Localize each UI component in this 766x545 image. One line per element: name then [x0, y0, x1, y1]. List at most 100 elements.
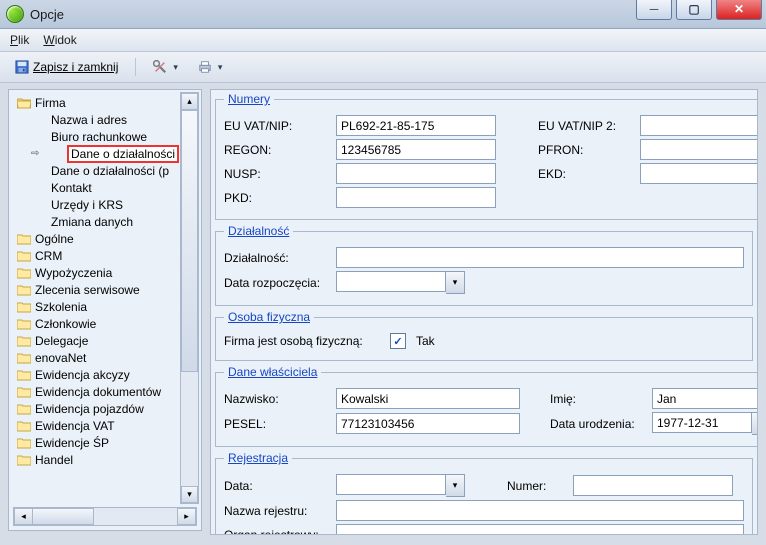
label-nazwisko: Nazwisko: — [224, 392, 330, 406]
input-nazwa-rejestru[interactable] — [336, 500, 744, 521]
tree-node-label: Ewidencja dokumentów — [35, 385, 161, 399]
tree-node-folder[interactable]: Szkolenia — [11, 298, 199, 315]
menu-file[interactable]: Plik — [10, 33, 29, 47]
tree-node[interactable]: Zmiana danych — [11, 213, 199, 230]
tree-node-folder[interactable]: Ogólne — [11, 230, 199, 247]
group-legend: Osoba fizyczna — [224, 310, 314, 324]
input-pkd[interactable] — [336, 187, 496, 208]
tree-node-label: Szkolenia — [35, 300, 87, 314]
input-regon[interactable] — [336, 139, 496, 160]
input-dzialalnosc[interactable] — [336, 247, 744, 268]
tree-node[interactable]: Urzędy i KRS — [11, 196, 199, 213]
menu-view[interactable]: Widok — [43, 33, 76, 47]
folder-icon — [17, 301, 31, 313]
label-data: Data: — [224, 479, 330, 493]
input-data-rejestracji[interactable] — [336, 474, 446, 495]
chevron-down-icon[interactable]: ▾ — [752, 412, 758, 435]
tree-node[interactable]: Dane o działalności (p — [11, 162, 199, 179]
tree-node-folder[interactable]: Ewidencja VAT — [11, 417, 199, 434]
window-buttons: ─ ▢ ✕ — [632, 0, 762, 20]
input-pfron[interactable] — [640, 139, 758, 160]
tree-node-selected[interactable]: Dane o działalności — [67, 145, 179, 163]
folder-icon — [17, 267, 31, 279]
label-organ-rejestrowy: Organ rejestrowy: — [224, 528, 330, 536]
input-organ-rejestrowy[interactable] — [336, 524, 744, 535]
label-pkd: PKD: — [224, 191, 330, 205]
print-button[interactable]: ▾ — [191, 58, 230, 76]
scroll-down-button[interactable]: ▾ — [181, 486, 198, 503]
label-imie: Imię: — [550, 392, 646, 406]
tree-node-folder[interactable]: Zlecenia serwisowe — [11, 281, 199, 298]
tree-node-folder[interactable]: Wypożyczenia — [11, 264, 199, 281]
combo-data-rejestracji[interactable]: ▾ — [336, 474, 465, 497]
printer-icon — [198, 60, 212, 74]
group-legend: Numery — [224, 92, 274, 106]
save-and-close-button[interactable]: Zapisz i zamknij — [8, 58, 125, 76]
tree-horizontal-scrollbar[interactable]: ◂ ▸ — [13, 507, 197, 526]
label-pesel: PESEL: — [224, 417, 330, 431]
folder-icon — [17, 437, 31, 449]
navigation-tree[interactable]: Firma Nazwa i adres Biuro rachunkowe ⇨ D… — [9, 90, 201, 510]
input-imie[interactable] — [652, 388, 758, 409]
scroll-thumb[interactable] — [32, 508, 94, 525]
label-regon: REGON: — [224, 143, 330, 157]
tree-node-folder[interactable]: CRM — [11, 247, 199, 264]
input-nazwisko[interactable] — [336, 388, 520, 409]
tree-node-label: Kontakt — [51, 181, 92, 195]
tree-node-folder[interactable]: Ewidencja akcyzy — [11, 366, 199, 383]
input-numer[interactable] — [573, 475, 733, 496]
tree-node[interactable]: Biuro rachunkowe — [11, 128, 199, 145]
checkbox-firma-osoba[interactable]: ✓ — [390, 333, 406, 349]
input-data-rozpoczecia[interactable] — [336, 271, 446, 292]
tree-node-folder[interactable]: enovaNet — [11, 349, 199, 366]
close-button[interactable]: ✕ — [716, 0, 762, 20]
input-ekd[interactable] — [640, 163, 758, 184]
label-data-rozpoczecia: Data rozpoczęcia: — [224, 276, 330, 290]
tools-button[interactable]: ▾ — [146, 58, 185, 76]
pointer-icon: ⇨ — [31, 148, 41, 159]
tree-vertical-scrollbar[interactable]: ▴ ▾ — [180, 92, 199, 504]
input-nusp[interactable] — [336, 163, 496, 184]
label-data-urodzenia: Data urodzenia: — [550, 417, 646, 431]
folder-icon — [17, 318, 31, 330]
minimize-button[interactable]: ─ — [636, 0, 672, 20]
tree-node-label: Zmiana danych — [51, 215, 133, 229]
chevron-down-icon[interactable]: ▾ — [446, 474, 465, 497]
combo-data-rozpoczecia[interactable]: ▾ — [336, 271, 465, 294]
tree-node-firma[interactable]: Firma — [11, 94, 199, 111]
tree-node-label: Wypożyczenia — [35, 266, 112, 280]
tree-node[interactable]: Kontakt — [11, 179, 199, 196]
group-rejestracja: Rejestracja Data: ▾ Numer: Nazwa rejestr… — [215, 451, 753, 535]
input-eu-vat-nip2[interactable] — [640, 115, 758, 136]
tree-node-folder[interactable]: Handel — [11, 451, 199, 468]
group-legend: Rejestracja — [224, 451, 292, 465]
tree-node-folder[interactable]: Ewidencja pojazdów — [11, 400, 199, 417]
combo-data-urodzenia[interactable]: ▾ — [652, 412, 758, 435]
folder-icon — [17, 454, 31, 466]
tree-node[interactable]: Nazwa i adres — [11, 111, 199, 128]
menubar: Plik Widok — [0, 29, 766, 52]
input-eu-vat-nip[interactable] — [336, 115, 496, 136]
tree-node-folder[interactable]: Ewidencje ŚP — [11, 434, 199, 451]
tree-node-label: Ewidencja VAT — [35, 419, 115, 433]
chevron-down-icon[interactable]: ▾ — [446, 271, 465, 294]
maximize-button[interactable]: ▢ — [676, 0, 712, 20]
tree-node-label: Członkowie — [35, 317, 96, 331]
label-pfron: PFRON: — [538, 143, 634, 157]
tree-node-folder[interactable]: Członkowie — [11, 315, 199, 332]
scroll-up-button[interactable]: ▴ — [181, 93, 198, 110]
tree-node-label: Ewidencje ŚP — [35, 436, 109, 450]
scroll-right-button[interactable]: ▸ — [177, 508, 196, 525]
tree-node-folder[interactable]: Delegacje — [11, 332, 199, 349]
toolbar-separator — [135, 58, 136, 76]
scroll-left-button[interactable]: ◂ — [14, 508, 33, 525]
input-pesel[interactable] — [336, 413, 520, 434]
folder-icon — [17, 420, 31, 432]
tree-node-label: Zlecenia serwisowe — [35, 283, 140, 297]
tree-node-label: Biuro rachunkowe — [51, 130, 147, 144]
scroll-thumb[interactable] — [181, 110, 198, 372]
label-eu-vat-nip2: EU VAT/NIP 2: — [538, 119, 634, 133]
tree-node-folder[interactable]: Ewidencja dokumentów — [11, 383, 199, 400]
input-data-urodzenia[interactable] — [652, 412, 752, 433]
folder-open-icon — [17, 97, 31, 109]
